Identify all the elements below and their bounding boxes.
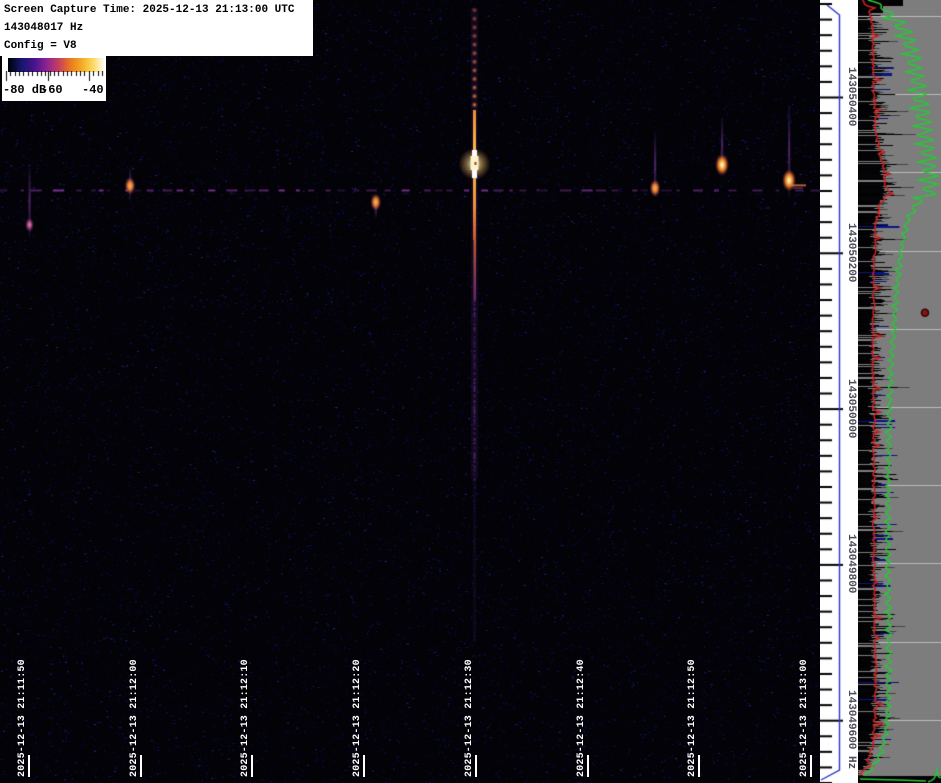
frequency-axis-label: 143050200 <box>845 222 857 283</box>
time-axis-tick <box>586 755 589 777</box>
time-axis-label: 2025-12-13 21:12:50 <box>687 659 699 777</box>
colormap-gradient <box>8 58 105 72</box>
time-axis-tick <box>251 755 254 777</box>
time-axis-tick <box>809 755 812 777</box>
time-axis-label: 2025-12-13 21:12:30 <box>463 659 475 777</box>
config-text: Config = V8 <box>4 40 77 52</box>
color-scale-legend: -80 dB -60 -40 <box>2 56 106 101</box>
time-axis-tick <box>474 755 477 777</box>
frequency-axis-label: 143050000 <box>845 378 857 439</box>
capture-time-text: Screen Capture Time: 2025-12-13 21:13:00… <box>4 4 295 16</box>
time-axis-tick <box>28 755 30 777</box>
time-axis-label: 2025-12-13 21:12:20 <box>352 659 364 777</box>
time-axis-tick <box>363 755 366 777</box>
spectrum-capture-page: Screen Capture Time: 2025-12-13 21:13:00… <box>0 0 941 783</box>
time-axis-label: 2025-12-13 21:12:40 <box>575 659 587 777</box>
capture-info-box: Screen Capture Time: 2025-12-13 21:13:00… <box>0 0 313 56</box>
tuned-frequency-text: 143048017 Hz <box>4 22 84 34</box>
frequency-axis-label: 143049600 Hz <box>845 690 857 770</box>
frequency-axis-label: 143049800 <box>845 534 857 594</box>
db-label-max: -40 <box>82 83 104 97</box>
time-axis-label: 2025-12-13 21:11:50 <box>17 659 28 777</box>
time-axis-label: 2025-12-13 21:12:10 <box>240 659 252 777</box>
side-spectrum-canvas <box>858 0 941 783</box>
colormap-ticks <box>2 71 106 82</box>
db-label-mid: -60 <box>41 83 63 97</box>
time-axis-tick <box>698 755 701 777</box>
colormap-labels: -80 dB -60 -40 <box>2 83 106 99</box>
time-axis-label: 2025-12-13 21:12:00 <box>128 659 140 777</box>
db-label-min: -80 dB <box>3 83 47 97</box>
frequency-axis-label: 143050400 <box>845 67 857 127</box>
time-axis-label: 2025-12-13 21:13:00 <box>798 659 810 777</box>
time-axis-tick <box>139 755 142 777</box>
